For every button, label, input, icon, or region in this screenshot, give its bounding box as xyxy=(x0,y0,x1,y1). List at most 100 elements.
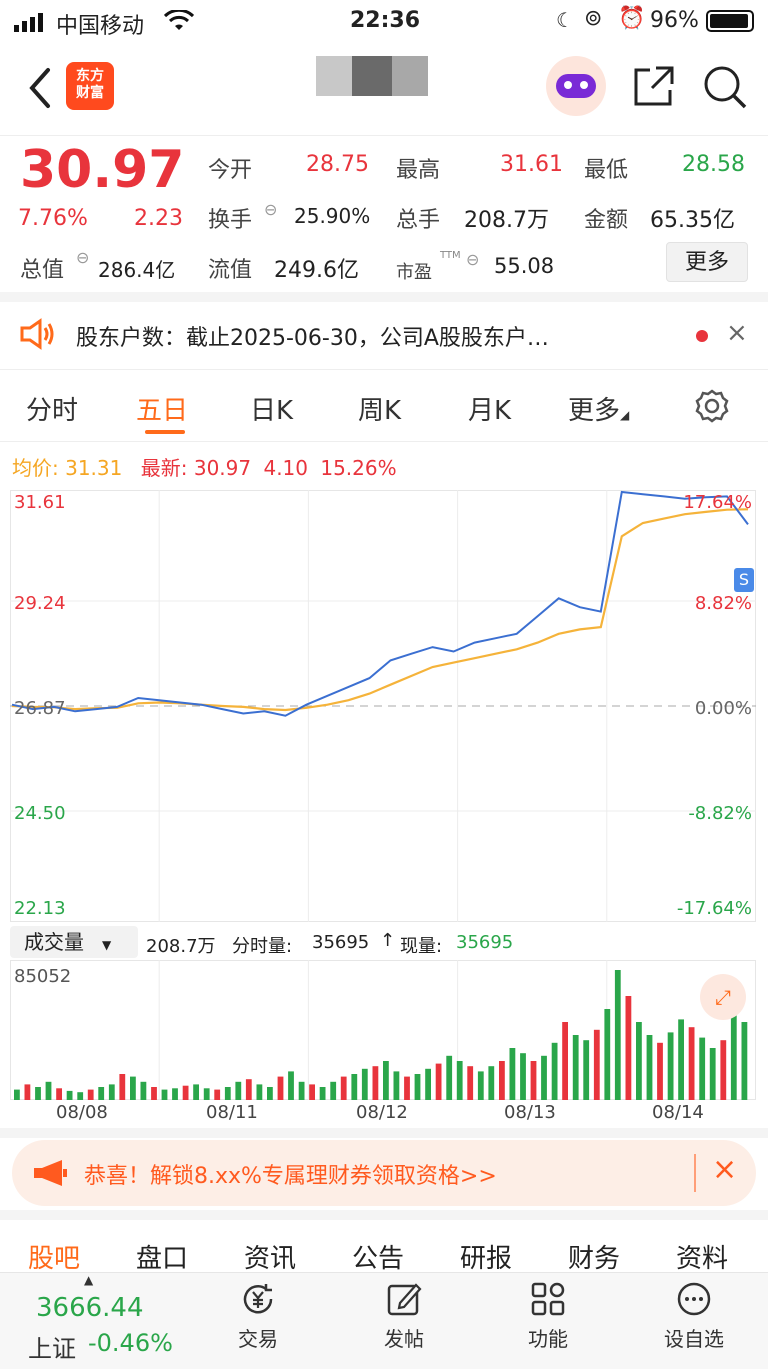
volume-header: 成交量 ▼ 208.7万 分时量: 35695 ↑ 现量: 35695 xyxy=(10,924,756,960)
volume-bar xyxy=(45,1081,52,1100)
volume-bar xyxy=(351,1074,358,1100)
volume-bar xyxy=(699,1037,706,1100)
promo-divider xyxy=(694,1154,696,1192)
info-icon[interactable]: ⊖ xyxy=(466,250,479,269)
tab-monthly-k[interactable]: 月K xyxy=(468,390,511,427)
y-tick-right: 8.82% xyxy=(695,593,752,614)
y-tick-left: 26.87 xyxy=(14,698,66,719)
y-tick-left: 31.61 xyxy=(14,492,66,513)
volume-bar xyxy=(66,1090,73,1100)
y-tick-right: 17.64% xyxy=(683,492,752,513)
alarm-icon: ⏰ xyxy=(618,6,646,31)
volume-bar xyxy=(678,1019,684,1100)
assistant-avatar[interactable] xyxy=(546,56,606,116)
volume-bar xyxy=(267,1087,273,1100)
expand-icon[interactable]: ⤢ xyxy=(700,974,746,1020)
orientation-lock-icon: ⊚ xyxy=(584,6,603,31)
wifi-icon xyxy=(163,8,195,38)
tab-daily-k[interactable]: 日K xyxy=(250,390,293,427)
tab-intraday[interactable]: 分时 xyxy=(26,390,78,427)
tab-profile[interactable]: 资料 xyxy=(676,1238,728,1275)
volume-bar xyxy=(636,1022,642,1100)
volume-bar xyxy=(309,1084,315,1100)
mktcap-value: 286.4亿 xyxy=(98,258,176,282)
volume-bar xyxy=(456,1061,463,1100)
back-button[interactable] xyxy=(26,66,54,114)
info-icon[interactable]: ⊖ xyxy=(264,200,277,219)
apps-icon xyxy=(531,1282,565,1316)
caret-icon: ◢ xyxy=(620,408,630,422)
volume-bar xyxy=(172,1088,178,1100)
tab-more[interactable]: 更多◢ xyxy=(568,390,629,427)
more-quote-button[interactable]: 更多 xyxy=(666,242,748,282)
info-icon[interactable]: ⊖ xyxy=(76,248,89,267)
float-label: 流值 xyxy=(208,258,253,283)
y-tick-left: 24.50 xyxy=(14,803,66,824)
post-button[interactable]: 发帖 xyxy=(354,1273,454,1352)
promo-banner[interactable]: 恭喜！解锁8.xx%专属理财券领取资格>> × xyxy=(12,1140,756,1206)
tab-underline xyxy=(145,430,185,434)
latest-change: 4.10 xyxy=(263,456,308,480)
add-watchlist-button[interactable]: 设自选 xyxy=(644,1273,744,1352)
more-dots-icon xyxy=(677,1282,711,1316)
volume-bar xyxy=(98,1087,105,1100)
tab-guba[interactable]: 股吧 xyxy=(28,1238,80,1275)
last-price: 30.97 xyxy=(20,140,185,200)
date-label: 08/14 xyxy=(652,1102,704,1123)
tab-five-day[interactable]: 五日 xyxy=(136,390,188,427)
avg-price-line xyxy=(11,508,749,712)
tab-research[interactable]: 研报 xyxy=(460,1238,512,1275)
volume-bar xyxy=(24,1084,31,1100)
volume-bar xyxy=(130,1076,136,1100)
tab-pankou[interactable]: 盘口 xyxy=(136,1238,188,1275)
open-value: 28.75 xyxy=(306,152,369,177)
tab-finance[interactable]: 财务 xyxy=(568,1238,620,1275)
volume-bar xyxy=(214,1089,221,1100)
tab-news[interactable]: 资讯 xyxy=(244,1238,296,1275)
volume-chart[interactable]: 85052 ⤢ xyxy=(10,960,756,1100)
functions-button[interactable]: 功能 xyxy=(498,1273,598,1352)
five-day-chart[interactable]: 31.61 29.24 26.87 24.50 22.13 17.64% 8.82% 0.00… xyxy=(10,490,756,922)
marker-s-icon[interactable]: S xyxy=(734,568,754,592)
volume-bar xyxy=(477,1071,484,1100)
mktcap-label: 总值 xyxy=(20,258,65,283)
avg-label: 均价: xyxy=(12,456,59,480)
search-icon[interactable] xyxy=(702,64,748,114)
volume-bar xyxy=(488,1066,495,1100)
index-value[interactable]: 3666.44 xyxy=(36,1293,144,1323)
volume-bar xyxy=(203,1088,210,1100)
y-tick-left: 22.13 xyxy=(14,898,66,919)
index-name: 上证 xyxy=(28,1335,76,1363)
tab-announcements[interactable]: 公告 xyxy=(352,1238,404,1275)
speaker-icon xyxy=(18,318,56,356)
volume-bar xyxy=(657,1042,663,1100)
chart-tabs: 分时 五日 日K 周K 月K 更多◢ xyxy=(0,370,768,442)
y-tick-left: 29.24 xyxy=(14,593,66,614)
clock: 22:36 xyxy=(350,8,421,33)
indicator-selector[interactable]: 成交量 ▼ xyxy=(10,926,138,958)
volume-bar xyxy=(509,1048,516,1100)
low-label: 最低 xyxy=(584,158,629,183)
volume-bar xyxy=(593,1029,600,1100)
nav-bar: 东方 财富 xyxy=(0,44,768,136)
pe-value: 55.08 xyxy=(494,254,555,278)
volume-bar xyxy=(372,1066,379,1100)
volume-bar xyxy=(530,1061,537,1100)
volume-bar xyxy=(87,1089,94,1100)
date-label: 08/13 xyxy=(504,1102,556,1123)
open-label: 今开 xyxy=(208,158,253,183)
settings-icon[interactable] xyxy=(694,388,730,431)
tab-weekly-k[interactable]: 周K xyxy=(358,390,401,427)
close-icon[interactable]: × xyxy=(712,1152,737,1187)
volume-bar xyxy=(646,1035,653,1100)
latest-value: 30.97 xyxy=(193,456,252,480)
tick-vol-label: 分时量: xyxy=(232,936,293,957)
avg-value: 31.31 xyxy=(65,456,123,480)
volume-bar xyxy=(393,1071,400,1100)
volume-bar xyxy=(446,1055,453,1100)
close-icon[interactable]: × xyxy=(726,318,748,348)
trade-button[interactable]: 交易 xyxy=(208,1273,308,1352)
share-icon[interactable] xyxy=(632,64,676,112)
volume-bar xyxy=(340,1076,347,1100)
notice-bar[interactable]: 股东户数：截止2025-06-30，公司A股股东户… × xyxy=(0,300,768,370)
